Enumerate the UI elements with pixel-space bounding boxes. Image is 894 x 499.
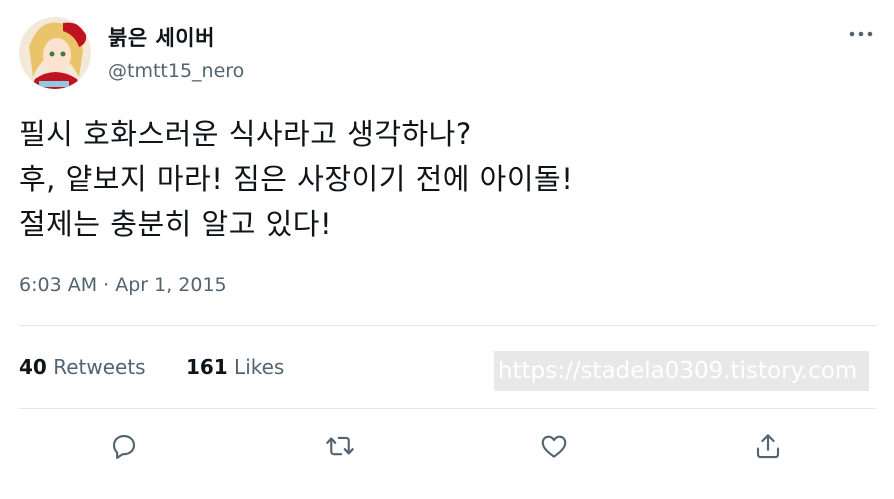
divider (19, 325, 876, 326)
retweets-stat[interactable]: 40 Retweets (19, 355, 146, 379)
more-options-button[interactable] (848, 22, 874, 46)
share-icon (756, 434, 780, 459)
likes-stat[interactable]: 161 Likes (186, 355, 284, 379)
tweet-line: 필시 호화스러운 식사라고 생각하나? (19, 117, 472, 151)
tweet-timestamp[interactable]: 6:03 AM · Apr 1, 2015 (19, 274, 227, 296)
like-button[interactable] (536, 428, 572, 464)
likes-count: 161 (185, 355, 228, 379)
reply-button[interactable] (106, 428, 142, 464)
more-horizontal-icon (849, 31, 873, 37)
tweet-line: 후, 얕보지 마라! 짐은 사장이기 전에 아이돌! (19, 162, 574, 196)
avatar-image (19, 17, 91, 89)
reply-icon (112, 434, 136, 459)
divider (19, 408, 876, 409)
tweet-line: 절제는 충분히 알고 있다! (19, 207, 333, 241)
display-name[interactable]: 붉은 세이버 (108, 22, 215, 52)
retweets-count: 40 (19, 355, 47, 379)
retweet-icon (326, 436, 354, 456)
avatar[interactable] (19, 17, 91, 89)
user-handle[interactable]: @tmtt15_nero (108, 60, 244, 82)
retweets-label: Retweets (53, 355, 146, 379)
engagement-stats: 40 Retweets 161 Likes (19, 355, 318, 379)
share-button[interactable] (750, 428, 786, 464)
watermark: https://stadela0309.tistory.com (494, 351, 869, 391)
likes-label: Likes (234, 355, 285, 379)
like-icon (541, 435, 567, 458)
retweet-button[interactable] (322, 428, 358, 464)
tweet-text: 필시 호화스러운 식사라고 생각하나? 후, 얕보지 마라! 짐은 사장이기 전… (19, 112, 573, 247)
